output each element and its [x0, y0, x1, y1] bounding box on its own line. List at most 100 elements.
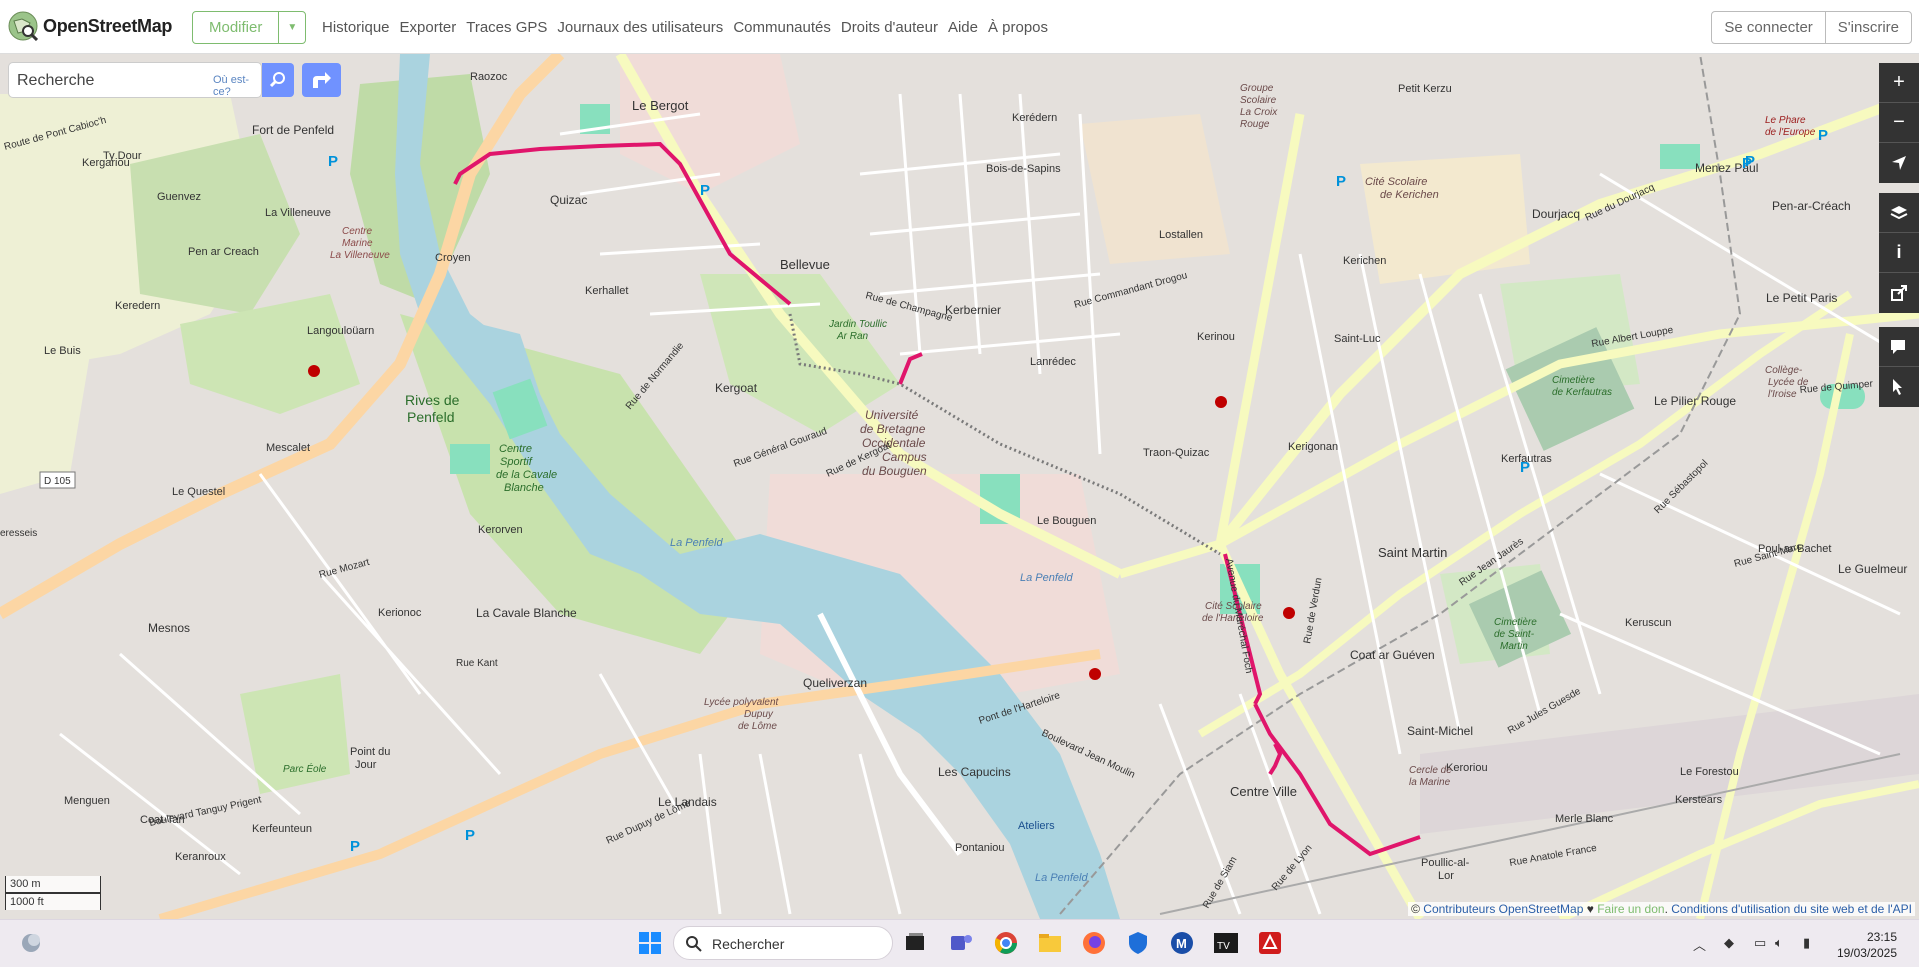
svg-text:de la Cavale: de la Cavale	[496, 469, 557, 481]
nav-gps-traces[interactable]: Traces GPS	[466, 19, 547, 36]
taskbar-search-placeholder: Rechercher	[712, 936, 785, 952]
zoom-out-button[interactable]: −	[1879, 103, 1919, 143]
plus-icon: +	[1893, 71, 1905, 93]
speaker-icon[interactable]: 🔈︎	[1775, 935, 1783, 951]
svg-text:Le Questel: Le Questel	[172, 486, 225, 498]
svg-text:de Kerichen: de Kerichen	[1380, 189, 1439, 201]
svg-text:l'Iroise: l'Iroise	[1768, 389, 1797, 400]
contributors-link[interactable]: Contributeurs OpenStreetMap	[1423, 902, 1583, 916]
login-button[interactable]: Se connecter	[1712, 12, 1824, 43]
search-button[interactable]	[262, 63, 294, 97]
svg-text:Kerbernier: Kerbernier	[945, 303, 1001, 317]
svg-text:D 105: D 105	[44, 476, 71, 487]
svg-text:La Penfeld: La Penfeld	[1020, 572, 1073, 584]
search-input[interactable]	[15, 63, 199, 99]
display-icon[interactable]: ▭	[1754, 935, 1766, 951]
svg-text:Le Guelmeur: Le Guelmeur	[1838, 562, 1907, 576]
where-is-this-link[interactable]: Où est-ce?	[213, 74, 261, 98]
svg-text:Merle Blanc: Merle Blanc	[1555, 813, 1614, 825]
svg-text:Le Phare: Le Phare	[1765, 115, 1806, 126]
nav-about[interactable]: À propos	[988, 19, 1048, 36]
task-view-icon[interactable]	[902, 930, 928, 956]
edit-button[interactable]: Modifier	[193, 12, 278, 43]
adsl-tv-icon[interactable]: TV	[1213, 930, 1239, 956]
battery-icon[interactable]: ▮	[1803, 935, 1810, 951]
layers-button[interactable]	[1879, 193, 1919, 233]
svg-text:du Bouguen: du Bouguen	[862, 464, 927, 478]
svg-text:Lostallen: Lostallen	[1159, 229, 1203, 241]
acrobat-icon[interactable]	[1257, 930, 1283, 956]
chevron-down-icon: ▼	[287, 22, 298, 33]
add-note-button[interactable]	[1879, 327, 1919, 367]
shield-app-icon[interactable]	[1125, 930, 1151, 956]
nav-copyright[interactable]: Droits d'auteur	[841, 19, 938, 36]
svg-text:Mescalet: Mescalet	[266, 442, 310, 454]
zoom-controls: + −	[1879, 63, 1919, 183]
scale-metric: 300 m	[5, 876, 101, 893]
nav-history[interactable]: Historique	[322, 19, 390, 36]
malwarebytes-icon[interactable]: M	[1169, 930, 1195, 956]
svg-text:Campus: Campus	[882, 450, 927, 464]
file-explorer-icon[interactable]	[1037, 930, 1063, 956]
svg-text:Pontaniou: Pontaniou	[955, 842, 1005, 854]
map-canvas[interactable]: Raozoc Le Bergot Fort de Penfeld Ty Dour…	[0, 54, 1919, 919]
scale-bar: 300 m 1000 ft	[5, 876, 101, 910]
edit-dropdown-button[interactable]: ▼	[278, 12, 305, 43]
edit-group: Modifier ▼	[192, 11, 307, 44]
clock[interactable]: 23:15 19/03/2025	[1837, 929, 1897, 961]
svg-text:Cimetière: Cimetière	[1552, 375, 1595, 386]
svg-text:Kergoat: Kergoat	[715, 381, 758, 395]
svg-text:La Villeneuve: La Villeneuve	[265, 207, 331, 219]
svg-text:Traon-Quizac: Traon-Quizac	[1143, 447, 1210, 459]
nav-user-diaries[interactable]: Journaux des utilisateurs	[557, 19, 723, 36]
svg-text:Raozoc: Raozoc	[470, 71, 508, 83]
svg-text:Blanche: Blanche	[504, 482, 544, 494]
svg-text:Kerinou: Kerinou	[1197, 331, 1235, 343]
nav-export[interactable]: Exporter	[400, 19, 457, 36]
svg-text:Scolaire: Scolaire	[1240, 95, 1277, 106]
chevron-up-icon[interactable]: ︿	[1693, 935, 1706, 954]
svg-text:La Penfeld: La Penfeld	[670, 537, 723, 549]
zoom-in-button[interactable]: +	[1879, 63, 1919, 103]
header: OpenStreetMap Modifier ▼ Historique Expo…	[0, 0, 1919, 54]
legend-button[interactable]: i	[1879, 233, 1919, 273]
share-button[interactable]	[1879, 273, 1919, 313]
svg-text:La Cavale Blanche: La Cavale Blanche	[476, 606, 577, 620]
svg-text:Pen-ar-Créach: Pen-ar-Créach	[1772, 199, 1851, 213]
svg-text:Le Buis: Le Buis	[44, 345, 81, 357]
svg-text:Kergariou: Kergariou	[82, 157, 130, 169]
svg-text:de l'Europe: de l'Europe	[1765, 127, 1816, 138]
dropbox-icon[interactable]: ◆	[1724, 935, 1734, 951]
chrome-icon[interactable]	[993, 930, 1019, 956]
svg-text:P: P	[1520, 459, 1530, 476]
windows-start-icon[interactable]	[637, 930, 663, 956]
svg-text:P: P	[1818, 127, 1828, 144]
minus-icon: −	[1893, 111, 1905, 133]
heart-icon: ♥	[1586, 902, 1594, 916]
svg-text:de Lôme: de Lôme	[738, 721, 777, 732]
firefox-icon[interactable]	[1081, 930, 1107, 956]
locate-arrow-icon	[1892, 156, 1906, 170]
directions-button[interactable]	[302, 63, 341, 97]
taskbar-search[interactable]: Rechercher	[673, 926, 893, 960]
search-icon	[686, 936, 702, 952]
svg-text:P: P	[1742, 155, 1752, 172]
terms-link[interactable]: Conditions d'utilisation du site web et …	[1671, 902, 1912, 916]
clock-date: 19/03/2025	[1836, 946, 1897, 960]
osm-logo-icon[interactable]	[8, 11, 38, 41]
nav-help[interactable]: Aide	[948, 19, 978, 36]
svg-text:Kerstears: Kerstears	[1675, 794, 1723, 806]
brand-title[interactable]: OpenStreetMap	[43, 16, 172, 37]
svg-text:Dupuy: Dupuy	[744, 709, 774, 720]
weather-widget-icon[interactable]	[18, 930, 44, 956]
donate-link[interactable]: Faire un don	[1597, 902, 1664, 916]
nav-communities[interactable]: Communautés	[733, 19, 831, 36]
signup-button[interactable]: S'inscrire	[1824, 12, 1911, 43]
svg-text:Rives de: Rives de	[405, 392, 460, 408]
teams-icon[interactable]	[948, 930, 974, 956]
svg-text:Collège-: Collège-	[1765, 365, 1803, 376]
query-features-button[interactable]	[1879, 367, 1919, 407]
svg-text:Cimetière: Cimetière	[1494, 617, 1537, 628]
locate-button[interactable]	[1879, 143, 1919, 183]
svg-text:Jardin Toullic: Jardin Toullic	[828, 319, 887, 330]
